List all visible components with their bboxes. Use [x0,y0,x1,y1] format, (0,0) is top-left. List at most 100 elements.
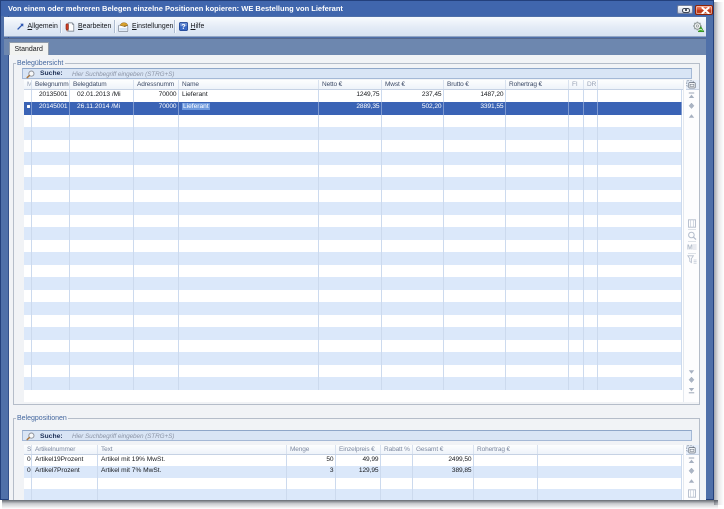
view-card-icon[interactable] [687,219,697,228]
grid-row[interactable] [24,177,682,190]
window-shadow-right [714,2,724,505]
grid-cell [413,489,474,500]
restore-button[interactable] [677,5,693,14]
sum-icon[interactable]: M [687,243,697,251]
grid-row[interactable] [24,277,682,290]
grid-cell: 70000 [134,102,179,115]
column-chooser-button[interactable] [686,445,699,456]
grid-row[interactable] [24,365,682,378]
grid-cell [598,352,682,365]
column-header-adressnumm[interactable]: Adressnumm [134,80,179,89]
toolbar-button-einstellungen[interactable]: Einstellungen [118,17,173,36]
grid-cell [444,327,506,340]
toolbar-button-hilfe[interactable]: ?Hilfe [179,17,205,36]
grid-cell [444,140,506,153]
column-header-belegnummer[interactable]: Belegnummer [32,80,70,89]
grid-cell [134,352,179,365]
grid-cell [584,102,598,115]
column-header-dr[interactable]: DR [584,80,598,89]
close-icon [701,7,710,14]
column-header-mwst-[interactable]: Mwst € [382,80,444,89]
grid-cell [569,152,584,165]
grid-cell [336,489,381,500]
grid-cell: 3 [287,466,336,478]
grid-row[interactable]: 0Artikel19ProzentArtikel mit 19% MwSt.50… [24,455,682,467]
grid-row[interactable] [24,240,682,253]
column-header-einzelpreis-[interactable]: Einzelpreis € [336,445,381,454]
scroll-down-icon[interactable] [687,369,696,375]
column-header-netto-[interactable]: Netto € [319,80,382,89]
toolbar-button-allgemein[interactable]: Allgemein [16,17,58,36]
groupbox-label: Belegpositionen [16,414,69,423]
filter-icon[interactable] [687,255,697,264]
grid-row[interactable] [24,478,682,490]
grid-cell [24,177,32,190]
grid-row[interactable] [24,265,682,278]
grid-cell: Lieferant [179,90,319,103]
grid-cell [179,190,319,203]
close-button[interactable] [695,5,713,15]
column-header-rohertrag-[interactable]: Rohertrag € [474,445,538,454]
grid-row[interactable] [24,315,682,328]
search-bar[interactable]: Suche:Hier Suchbegriff eingeben (STRG+S) [22,68,692,79]
grid-cell [70,165,134,178]
scroll-bottom-icon[interactable] [687,387,696,394]
grid-row[interactable] [24,327,682,340]
column-header-fi[interactable]: FI [569,80,584,89]
grid-cell [598,302,682,315]
scroll-page-up-icon[interactable] [687,102,696,110]
grid-header: SArtikelnummerTextMengeEinzelpreis €Raba… [24,445,683,455]
column-header-artikelnummer[interactable]: Artikelnummer [32,445,98,454]
scroll-top-icon[interactable] [687,92,696,99]
scroll-up-icon[interactable] [687,478,696,484]
grid-row[interactable] [24,290,682,303]
grid-row[interactable] [24,215,682,228]
scroll-up-icon[interactable] [687,113,696,119]
column-header-rohertrag-[interactable]: Rohertrag € [506,80,569,89]
grid-row[interactable] [24,127,682,140]
column-header-menge[interactable]: Menge [287,445,336,454]
grid-row[interactable] [24,377,682,390]
grid-row[interactable] [24,152,682,165]
scroll-page-up-icon[interactable] [687,467,696,475]
scroll-top-icon[interactable] [687,457,696,464]
search-bar[interactable]: Suche:Hier Suchbegriff eingeben (STRG+S) [22,430,692,441]
grid-row[interactable] [24,140,682,153]
grid-row[interactable]: 0Artikel7ProzentArtikel mit 7% MwSt.3129… [24,466,682,478]
column-header-rabatt-[interactable]: Rabatt % [381,445,413,454]
column-chooser-button[interactable] [686,80,699,91]
column-header-name[interactable]: Name [179,80,319,89]
column-header-s[interactable]: S [24,445,32,454]
grid-row[interactable] [24,165,682,178]
grid-row[interactable]: 2013500102.01.2013 /Mi70000Lieferant1249… [24,90,682,103]
grid-cell [444,352,506,365]
grid-row[interactable] [24,252,682,265]
app-window: Von einem oder mehreren Belegen einzelne… [0,0,714,500]
grid-row-selected[interactable]: 2014500126.11.2014 /Mi70000Lieferant2889… [24,102,682,115]
grid-cell [319,140,382,153]
grid-cell [381,466,413,478]
grid-row[interactable] [24,202,682,215]
grid-row[interactable] [24,352,682,365]
column-header-m[interactable]: M [24,80,32,89]
grid-row[interactable] [24,340,682,353]
grid-cell [569,240,584,253]
column-header-belegdatum[interactable]: Belegdatum [70,80,134,89]
grid-row[interactable] [24,489,682,500]
grid-row[interactable] [24,115,682,128]
grid-cell [319,190,382,203]
column-header-brutto-[interactable]: Brutto € [444,80,506,89]
title-bar[interactable]: Von einem oder mehreren Belegen einzelne… [1,1,713,16]
grid-cell [179,177,319,190]
view-card-icon[interactable] [687,489,697,498]
grid-row[interactable] [24,302,682,315]
grid-row[interactable] [24,190,682,203]
gear-refresh-icon[interactable] [692,21,705,33]
scroll-page-down-icon[interactable] [687,376,696,384]
column-header-gesamt-[interactable]: Gesamt € [413,445,474,454]
grid-cell [444,152,506,165]
grid-cell [506,377,569,390]
column-header-text[interactable]: Text [98,445,287,454]
grid-row[interactable] [24,227,682,240]
toolbar-button-bearbeiten[interactable]: Bearbeiten [65,17,111,36]
